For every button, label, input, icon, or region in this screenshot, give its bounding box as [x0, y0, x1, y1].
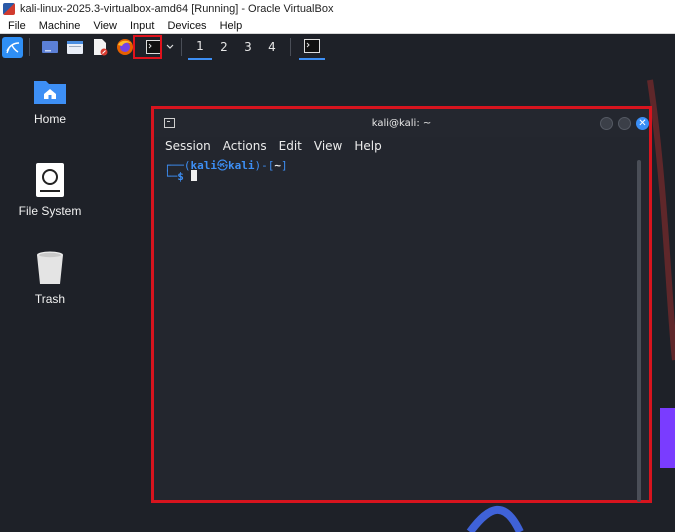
close-button[interactable]: ✕ [636, 117, 649, 130]
taskbar-terminal-button[interactable] [299, 34, 325, 60]
menu-help[interactable]: Help [354, 139, 381, 153]
terminal-window-icon [304, 39, 320, 53]
menu-machine[interactable]: Machine [31, 20, 86, 32]
text-editor-icon[interactable] [89, 36, 111, 58]
menu-devices[interactable]: Devices [159, 20, 211, 32]
workspace-2[interactable]: 2 [212, 34, 236, 60]
virtualbox-icon [3, 3, 15, 15]
menu-help[interactable]: Help [212, 20, 248, 32]
maximize-button[interactable] [618, 117, 631, 130]
top-panel: 1 2 3 4 [0, 34, 675, 60]
menu-edit[interactable]: Edit [279, 139, 302, 153]
prompt-line-2: └─$ [164, 170, 197, 183]
terminal-window-icon [164, 118, 175, 128]
menu-view[interactable]: View [85, 20, 122, 32]
prompt-host: kali [228, 159, 255, 172]
prompt-at: ㉿ [217, 159, 228, 172]
menu-session[interactable]: Session [165, 139, 211, 153]
terminal-title: kali@kali: ~ [371, 117, 432, 129]
workspace-3[interactable]: 3 [236, 34, 260, 60]
window-title: kali-linux-2025.3-virtualbox-amd64 [Runn… [20, 3, 334, 15]
terminal-titlebar[interactable]: kali@kali: ~ ✕ [154, 109, 649, 137]
text-cursor [190, 170, 197, 181]
prompt-symbol: $ [177, 170, 184, 183]
chevron-down-icon[interactable] [165, 36, 175, 58]
desktop-icon[interactable] [39, 36, 61, 58]
workspace-1[interactable]: 1 [188, 34, 212, 60]
highlight-box [133, 35, 162, 59]
panel-separator [290, 38, 291, 56]
terminal-window[interactable]: kali@kali: ~ ✕ Session Actions Edit View… [151, 106, 652, 503]
terminal-body[interactable]: ┌──(kali㉿kali)-[~] └─$ [154, 155, 649, 502]
file-manager-icon[interactable] [64, 36, 86, 58]
panel-separator [181, 38, 182, 56]
workspace-4[interactable]: 4 [260, 34, 284, 60]
menu-actions[interactable]: Actions [223, 139, 267, 153]
menu-input[interactable]: Input [122, 20, 159, 32]
vbox-titlebar: kali-linux-2025.3-virtualbox-amd64 [Runn… [0, 0, 675, 18]
menu-view[interactable]: View [314, 139, 342, 153]
prompt-dir: ~ [274, 159, 281, 172]
close-icon: ✕ [638, 117, 647, 129]
panel-separator [29, 38, 30, 56]
kali-menu-icon[interactable] [2, 36, 23, 58]
scrollbar[interactable] [637, 160, 641, 502]
menu-file[interactable]: File [0, 20, 31, 32]
minimize-button[interactable] [600, 117, 613, 130]
terminal-menubar: Session Actions Edit View Help [154, 137, 649, 155]
vbox-menubar: File Machine View Input Devices Help [0, 18, 675, 34]
